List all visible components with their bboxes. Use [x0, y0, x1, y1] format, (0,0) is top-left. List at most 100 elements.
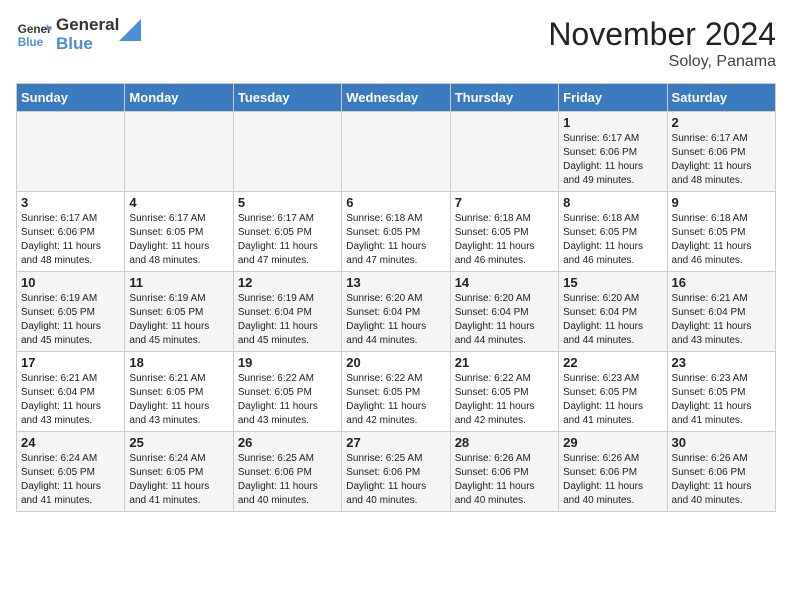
logo-line2: Blue	[56, 35, 119, 54]
calendar-cell: 13Sunrise: 6:20 AM Sunset: 6:04 PM Dayli…	[342, 272, 450, 352]
day-info: Sunrise: 6:20 AM Sunset: 6:04 PM Dayligh…	[346, 292, 445, 348]
calendar-cell: 20 Sunrise: 6:22 AM Sunset: 6:05 PM Dayli…	[342, 352, 450, 432]
header-tuesday: Tuesday	[233, 84, 341, 112]
day-number: 1	[563, 115, 662, 130]
calendar-cell: 21 Sunrise: 6:22 AM Sunset: 6:05 PM Dayli…	[450, 352, 558, 432]
calendar-cell	[450, 112, 558, 192]
day-info: Sunrise: 6:22 AM Sunset: 6:05 PM Dayligh…	[346, 372, 445, 428]
calendar-cell: 10Sunrise: 6:19 AM Sunset: 6:05 PM Dayli…	[17, 272, 125, 352]
subtitle: Soloy, Panama	[548, 53, 776, 71]
day-info: Sunrise: 6:18 AM Sunset: 6:05 PM Dayligh…	[346, 212, 445, 268]
day-info: Sunrise: 6:25 AM Sunset: 6:06 PM Dayligh…	[238, 452, 337, 508]
header-wednesday: Wednesday	[342, 84, 450, 112]
page-header: General Blue General Blue November 2024 …	[16, 16, 776, 71]
day-number: 16	[672, 275, 771, 290]
day-number: 29	[563, 435, 662, 450]
day-number: 9	[672, 195, 771, 210]
svg-text:Blue: Blue	[18, 35, 44, 48]
calendar-cell: 8 Sunrise: 6:18 AM Sunset: 6:05 PM Daylig…	[559, 192, 667, 272]
calendar-cell	[17, 112, 125, 192]
calendar-cell: 3 Sunrise: 6:17 AM Sunset: 6:06 PM Daylig…	[17, 192, 125, 272]
calendar-cell: 12Sunrise: 6:19 AM Sunset: 6:04 PM Dayli…	[233, 272, 341, 352]
day-info: Sunrise: 6:26 AM Sunset: 6:06 PM Dayligh…	[563, 452, 662, 508]
day-number: 5	[238, 195, 337, 210]
calendar-cell: 29 Sunrise: 6:26 AM Sunset: 6:06 PM Dayli…	[559, 432, 667, 512]
day-number: 30	[672, 435, 771, 450]
calendar-cell: 14 Sunrise: 6:20 AM Sunset: 6:04 PM Dayli…	[450, 272, 558, 352]
day-info: Sunrise: 6:21 AM Sunset: 6:04 PM Dayligh…	[21, 372, 120, 428]
calendar-cell: 18 Sunrise: 6:21 AM Sunset: 6:05 PM Dayli…	[125, 352, 233, 432]
calendar-cell: 6 Sunrise: 6:18 AM Sunset: 6:05 PM Daylig…	[342, 192, 450, 272]
header-sunday: Sunday	[17, 84, 125, 112]
calendar-cell: 30 Sunrise: 6:26 AM Sunset: 6:06 PM Dayli…	[667, 432, 775, 512]
calendar-cell: 17Sunrise: 6:21 AM Sunset: 6:04 PM Dayli…	[17, 352, 125, 432]
day-number: 15	[563, 275, 662, 290]
calendar-cell: 23 Sunrise: 6:23 AM Sunset: 6:05 PM Dayli…	[667, 352, 775, 432]
calendar-cell: 1Sunrise: 6:17 AM Sunset: 6:06 PM Daylig…	[559, 112, 667, 192]
day-number: 3	[21, 195, 120, 210]
day-number: 28	[455, 435, 554, 450]
calendar-cell: 22 Sunrise: 6:23 AM Sunset: 6:05 PM Dayli…	[559, 352, 667, 432]
day-info: Sunrise: 6:24 AM Sunset: 6:05 PM Dayligh…	[129, 452, 228, 508]
day-number: 20	[346, 355, 445, 370]
header-row: SundayMondayTuesdayWednesdayThursdayFrid…	[17, 84, 776, 112]
day-info: Sunrise: 6:23 AM Sunset: 6:05 PM Dayligh…	[563, 372, 662, 428]
calendar-cell: 9Sunrise: 6:18 AM Sunset: 6:05 PM Daylig…	[667, 192, 775, 272]
day-info: Sunrise: 6:21 AM Sunset: 6:05 PM Dayligh…	[129, 372, 228, 428]
day-info: Sunrise: 6:18 AM Sunset: 6:05 PM Dayligh…	[563, 212, 662, 268]
day-number: 7	[455, 195, 554, 210]
header-monday: Monday	[125, 84, 233, 112]
logo-triangle-icon	[119, 19, 141, 41]
calendar-cell: 28 Sunrise: 6:26 AM Sunset: 6:06 PM Dayli…	[450, 432, 558, 512]
day-info: Sunrise: 6:17 AM Sunset: 6:06 PM Dayligh…	[21, 212, 120, 268]
day-number: 26	[238, 435, 337, 450]
day-number: 2	[672, 115, 771, 130]
day-number: 18	[129, 355, 228, 370]
calendar-cell: 16 Sunrise: 6:21 AM Sunset: 6:04 PM Dayli…	[667, 272, 775, 352]
day-number: 14	[455, 275, 554, 290]
day-info: Sunrise: 6:23 AM Sunset: 6:05 PM Dayligh…	[672, 372, 771, 428]
day-number: 6	[346, 195, 445, 210]
week-row-5: 24 Sunrise: 6:24 AM Sunset: 6:05 PM Dayli…	[17, 432, 776, 512]
calendar-cell: 25Sunrise: 6:24 AM Sunset: 6:05 PM Dayli…	[125, 432, 233, 512]
calendar-cell	[125, 112, 233, 192]
header-thursday: Thursday	[450, 84, 558, 112]
week-row-1: 1Sunrise: 6:17 AM Sunset: 6:06 PM Daylig…	[17, 112, 776, 192]
day-info: Sunrise: 6:19 AM Sunset: 6:05 PM Dayligh…	[129, 292, 228, 348]
calendar-cell: 5Sunrise: 6:17 AM Sunset: 6:05 PM Daylig…	[233, 192, 341, 272]
logo: General Blue General Blue	[16, 16, 141, 53]
calendar-cell: 24 Sunrise: 6:24 AM Sunset: 6:05 PM Dayli…	[17, 432, 125, 512]
day-info: Sunrise: 6:22 AM Sunset: 6:05 PM Dayligh…	[238, 372, 337, 428]
calendar-cell: 4Sunrise: 6:17 AM Sunset: 6:05 PM Daylig…	[125, 192, 233, 272]
header-friday: Friday	[559, 84, 667, 112]
day-number: 8	[563, 195, 662, 210]
day-info: Sunrise: 6:21 AM Sunset: 6:04 PM Dayligh…	[672, 292, 771, 348]
calendar-cell: 27Sunrise: 6:25 AM Sunset: 6:06 PM Dayli…	[342, 432, 450, 512]
week-row-4: 17Sunrise: 6:21 AM Sunset: 6:04 PM Dayli…	[17, 352, 776, 432]
day-info: Sunrise: 6:25 AM Sunset: 6:06 PM Dayligh…	[346, 452, 445, 508]
calendar-table: SundayMondayTuesdayWednesdayThursdayFrid…	[16, 83, 776, 512]
logo-line1: General	[56, 16, 119, 35]
day-number: 22	[563, 355, 662, 370]
day-number: 11	[129, 275, 228, 290]
day-info: Sunrise: 6:18 AM Sunset: 6:05 PM Dayligh…	[455, 212, 554, 268]
day-number: 23	[672, 355, 771, 370]
title-block: November 2024 Soloy, Panama	[548, 16, 776, 71]
day-info: Sunrise: 6:26 AM Sunset: 6:06 PM Dayligh…	[672, 452, 771, 508]
calendar-cell: 15Sunrise: 6:20 AM Sunset: 6:04 PM Dayli…	[559, 272, 667, 352]
week-row-3: 10Sunrise: 6:19 AM Sunset: 6:05 PM Dayli…	[17, 272, 776, 352]
main-title: November 2024	[548, 16, 776, 53]
calendar-cell: 26 Sunrise: 6:25 AM Sunset: 6:06 PM Dayli…	[233, 432, 341, 512]
calendar-cell: 19 Sunrise: 6:22 AM Sunset: 6:05 PM Dayli…	[233, 352, 341, 432]
day-number: 19	[238, 355, 337, 370]
day-number: 24	[21, 435, 120, 450]
day-number: 21	[455, 355, 554, 370]
calendar-cell: 2Sunrise: 6:17 AM Sunset: 6:06 PM Daylig…	[667, 112, 775, 192]
day-info: Sunrise: 6:26 AM Sunset: 6:06 PM Dayligh…	[455, 452, 554, 508]
day-info: Sunrise: 6:22 AM Sunset: 6:05 PM Dayligh…	[455, 372, 554, 428]
day-info: Sunrise: 6:20 AM Sunset: 6:04 PM Dayligh…	[455, 292, 554, 348]
day-number: 4	[129, 195, 228, 210]
calendar-cell: 11 Sunrise: 6:19 AM Sunset: 6:05 PM Dayli…	[125, 272, 233, 352]
day-info: Sunrise: 6:24 AM Sunset: 6:05 PM Dayligh…	[21, 452, 120, 508]
calendar-cell	[233, 112, 341, 192]
